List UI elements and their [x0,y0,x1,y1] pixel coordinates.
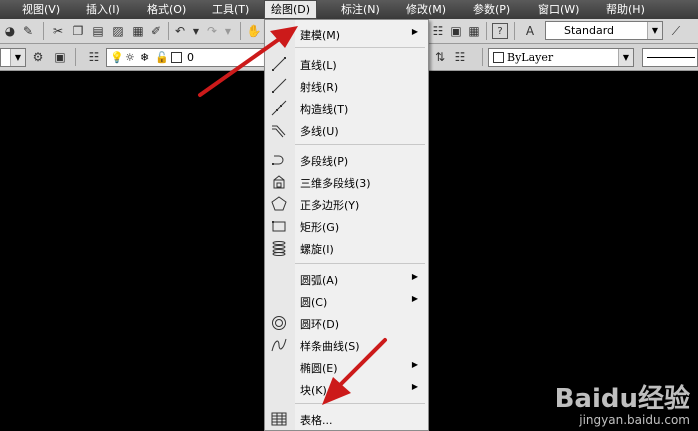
annotation-layer [198,26,387,405]
watermark-logo: Baidu经验 [554,384,690,414]
annotation-arrow-top [198,26,298,97]
annotation-arrow-bottom [322,338,387,405]
watermark: Baidu经验 jingyan.baidu.com [555,385,690,427]
watermark-url: jingyan.baidu.com [579,413,690,427]
